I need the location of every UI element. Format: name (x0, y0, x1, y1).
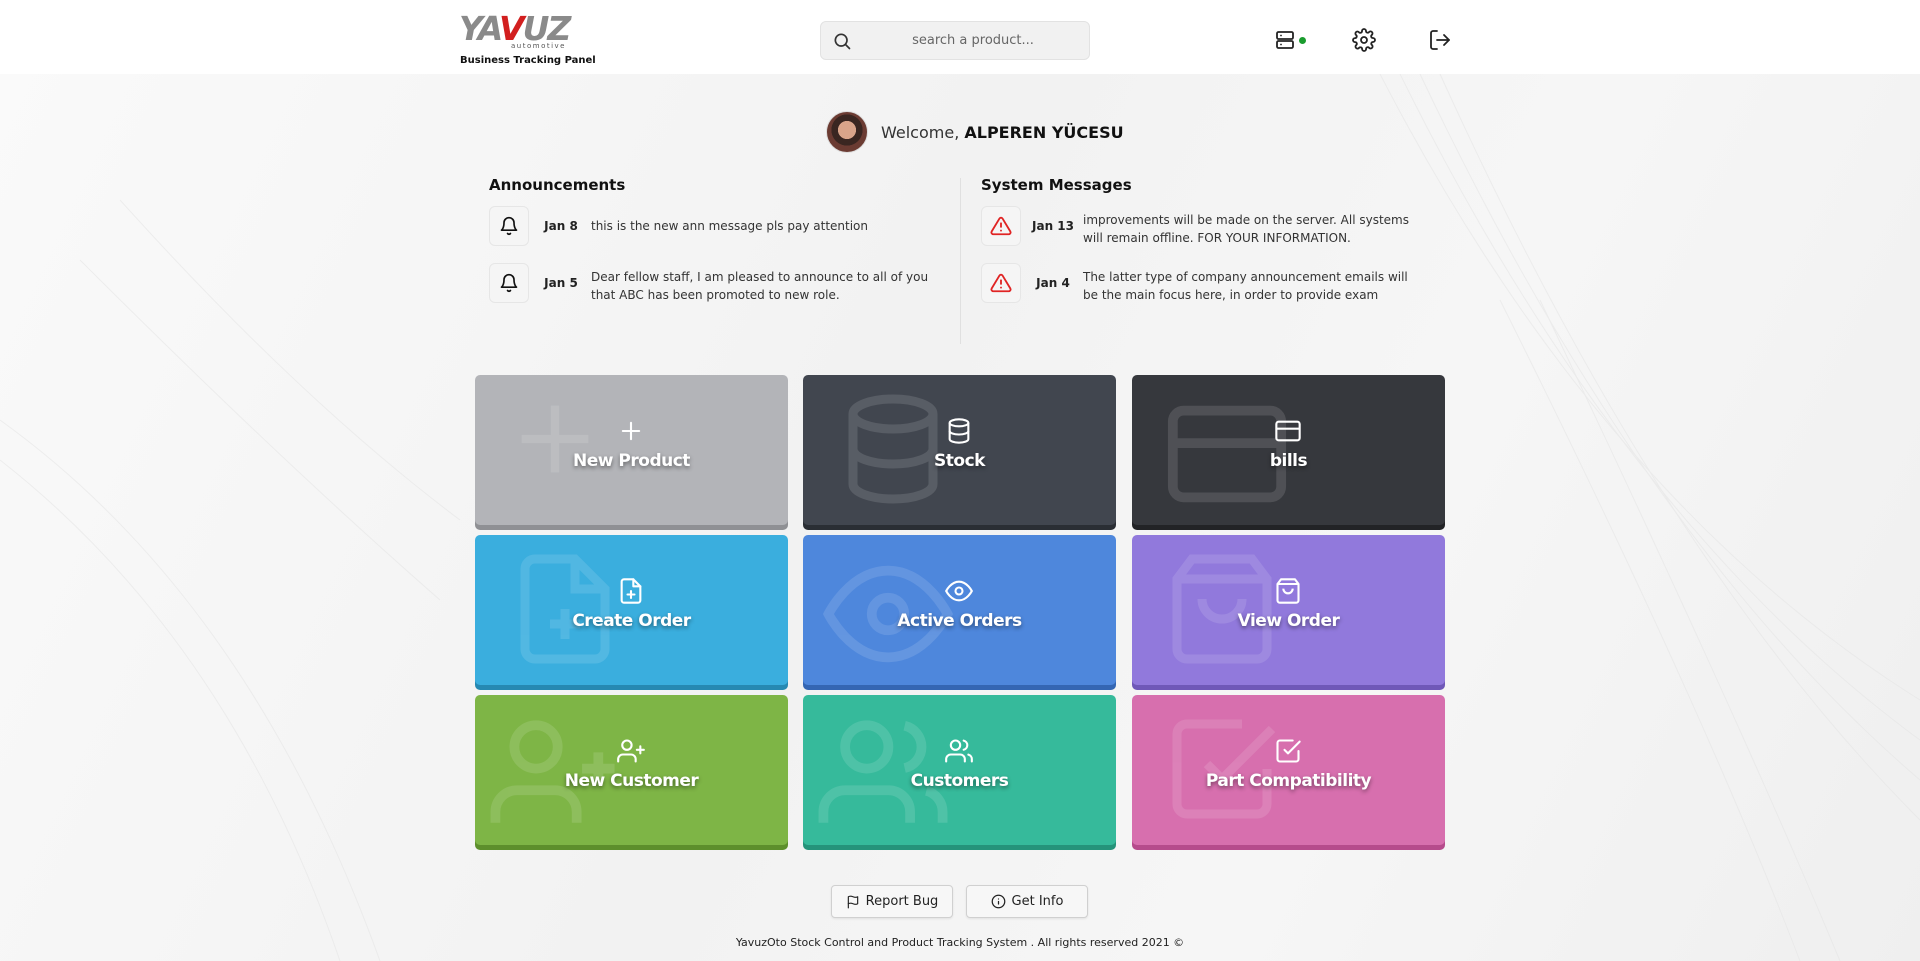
tile-label: Part Compatibility (1205, 771, 1372, 791)
product-search (820, 21, 1090, 60)
logo-tagline: Business Tracking Panel (460, 55, 596, 66)
stock-tile[interactable]: Stock (803, 375, 1116, 525)
system-messages-title: System Messages (981, 176, 1132, 194)
bell-icon (489, 263, 529, 303)
flag-icon (847, 895, 858, 908)
gear-icon[interactable] (1352, 28, 1376, 52)
tile-label: Stock (934, 451, 985, 471)
shopping-bag-icon (1276, 578, 1300, 604)
system-message-date: Jan 4 (1036, 276, 1070, 290)
avatar[interactable] (826, 111, 868, 153)
report-bug-label: Report Bug (865, 894, 939, 909)
users-icon (945, 739, 973, 763)
search-input[interactable] (867, 22, 1079, 59)
system-message-text: The latter type of company announcement … (1083, 270, 1408, 302)
tile-label: New Customer (564, 771, 699, 791)
get-info-label: Get Info (1011, 894, 1064, 909)
server-online-indicator (1299, 37, 1306, 44)
part-compatibility-tile[interactable]: Part Compatibility (1132, 695, 1445, 845)
new-product-tile[interactable]: New Product (475, 375, 788, 525)
panel-divider (960, 178, 961, 344)
tile-label: New Product (573, 451, 690, 471)
announcements-title: Announcements (489, 176, 626, 194)
welcome-greeting: Welcome, (881, 123, 960, 142)
tile-label: Active Orders (897, 611, 1022, 631)
logout-icon[interactable] (1428, 28, 1452, 52)
user-name: ALPEREN YÜCESU (964, 123, 1124, 142)
welcome-text: Welcome, ALPEREN YÜCESU (881, 123, 1124, 142)
announcement-date: Jan 8 (544, 219, 578, 233)
warning-icon (981, 206, 1021, 246)
check-square-icon (1276, 739, 1301, 763)
tile-label: View Order (1237, 611, 1340, 631)
announcement-item[interactable]: Jan 5 Dear fellow staff, I am pleased to… (489, 263, 949, 303)
view-order-tile[interactable]: View Order (1132, 535, 1445, 685)
credit-card-icon (1275, 420, 1301, 442)
customers-tile[interactable]: Customers (803, 695, 1116, 845)
logo-wordmark: YAVUZ (459, 12, 599, 46)
user-plus-icon (617, 739, 645, 763)
system-messages-panel: System Messages Jan 13 improvements will… (981, 176, 1441, 320)
tile-label: Create Order (572, 611, 691, 631)
report-bug-button[interactable]: Report Bug (831, 885, 953, 918)
active-orders-tile[interactable]: Active Orders (803, 535, 1116, 685)
announcement-text: this is the new ann message pls pay atte… (591, 219, 869, 233)
eye-icon (945, 580, 973, 602)
info-icon (991, 894, 1005, 909)
tile-label: bills (1269, 451, 1308, 471)
warning-icon (981, 263, 1021, 303)
system-message-item[interactable]: Jan 13 improvements will be made on the … (981, 206, 1441, 246)
search-icon (834, 33, 851, 50)
file-plus-icon (620, 578, 642, 604)
system-message-date: Jan 13 (1032, 219, 1074, 233)
database-icon (948, 418, 970, 444)
company-logo[interactable]: YAVUZ automotive Business Tracking Panel (459, 12, 599, 67)
tile-label: Customers (910, 771, 1009, 791)
bills-tile[interactable]: bills (1132, 375, 1445, 525)
server-status-icon[interactable] (1274, 28, 1298, 52)
bell-icon (489, 206, 529, 246)
create-order-tile[interactable]: Create Order (475, 535, 788, 685)
new-customer-tile[interactable]: New Customer (475, 695, 788, 845)
get-info-button[interactable]: Get Info (966, 885, 1088, 918)
copyright-text: YavuzOto Stock Control and Product Track… (735, 936, 1185, 949)
system-message-text: improvements will be made on the server.… (1083, 213, 1409, 245)
announcement-text: Dear fellow staff, I am pleased to annou… (591, 270, 929, 302)
announcements-panel: Announcements Jan 8 this is the new ann … (489, 176, 949, 320)
announcement-date: Jan 5 (544, 276, 578, 290)
system-message-item[interactable]: Jan 4 The latter type of company announc… (981, 263, 1441, 303)
plus-icon (621, 421, 641, 441)
top-header: YAVUZ automotive Business Tracking Panel (0, 0, 1920, 74)
announcement-item[interactable]: Jan 8 this is the new ann message pls pa… (489, 206, 949, 246)
logo-subtext: automotive (511, 42, 566, 50)
